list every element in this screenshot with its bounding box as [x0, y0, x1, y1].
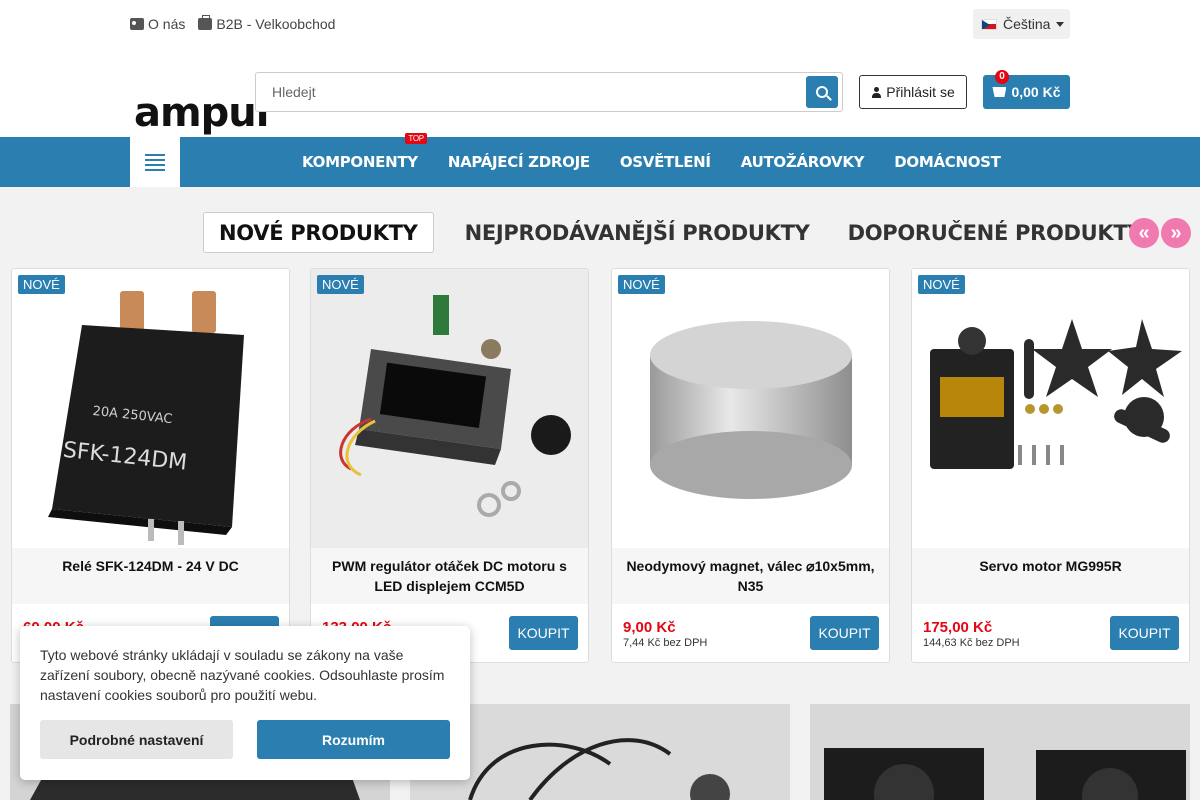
menu-icon-line	[145, 163, 165, 166]
nav-item-komponenty[interactable]: KOMPONENTY TOP	[287, 133, 433, 187]
category-banner-fans[interactable]	[810, 704, 1190, 800]
carousel-arrows: « »	[1129, 218, 1191, 248]
about-link[interactable]: O nás	[130, 16, 185, 32]
buy-button[interactable]: KOUPIT	[509, 616, 578, 650]
menu-icon-line	[145, 158, 165, 161]
new-badge: NOVÉ	[317, 275, 364, 294]
new-badge: NOVÉ	[18, 275, 65, 294]
b2b-link[interactable]: B2B - Velkoobchod	[198, 15, 336, 32]
nav-items: KOMPONENTY TOP NAPÁJECÍ ZDROJE OSVĚTLENÍ…	[287, 133, 1016, 187]
product-image-relay[interactable]: NOVÉ 20A 250VAC SFK-124DM	[12, 269, 289, 548]
nav-item-label: OSVĚTLENÍ	[619, 153, 711, 171]
product-name-area: Relé SFK-124DM - 24 V DC	[12, 548, 289, 604]
product-name[interactable]: PWM regulátor otáček DC motoru s LED dis…	[311, 548, 588, 596]
product-name[interactable]: Servo motor MG995R	[912, 548, 1189, 576]
user-icon	[871, 86, 882, 98]
product-image-pwm[interactable]: NOVÉ	[311, 269, 588, 548]
search-box	[255, 72, 843, 112]
search-input[interactable]	[256, 73, 796, 111]
language-label: Čeština	[1003, 16, 1051, 32]
product-card[interactable]: NOVÉ Neodymový magnet, válec ⌀10x5mm, N3…	[611, 268, 890, 663]
basket-icon	[992, 87, 1007, 97]
buy-button[interactable]: KOUPIT	[810, 616, 879, 650]
cookie-text: Tyto webové stránky ukládají v souladu s…	[40, 647, 445, 703]
tab-new-products[interactable]: NOVÉ PRODUKTY	[203, 212, 434, 253]
cookie-settings-button[interactable]: Podrobné nastavení	[40, 720, 233, 759]
product-price-net: 7,44 Kč bez DPH	[623, 637, 708, 649]
servo-illustration	[930, 319, 1182, 469]
magnet-illustration	[650, 321, 852, 499]
menu-icon-line	[145, 153, 165, 156]
top-links: O nás B2B - Velkoobchod	[130, 15, 336, 32]
logo-text: ampul	[134, 90, 269, 136]
search-icon	[816, 86, 828, 98]
login-button[interactable]: Přihlásit se	[859, 75, 967, 109]
id-card-icon	[130, 18, 144, 30]
product-card[interactable]: NOVÉ Servo motor MG995R 175,00 Kč 144,63…	[911, 268, 1190, 663]
relay-illustration: 20A 250VAC SFK-124DM	[48, 291, 244, 545]
site-header: O nás B2B - Velkoobchod Čeština ® ampul …	[0, 0, 1200, 137]
nav-item-napajeci-zdroje[interactable]: NAPÁJECÍ ZDROJE	[433, 137, 605, 187]
product-card[interactable]: NOVÉ 20A 250VAC SFK-124DM Relé SFK-124DM…	[11, 268, 290, 663]
nav-item-label: NAPÁJECÍ ZDROJE	[447, 153, 590, 171]
language-selector[interactable]: Čeština	[973, 9, 1070, 39]
product-image-servo[interactable]: NOVÉ	[912, 269, 1189, 548]
nav-item-label: KOMPONENTY	[302, 153, 418, 171]
cart-button[interactable]: 0 0,00 Kč	[983, 70, 1070, 109]
cookie-accept-button[interactable]: Rozumím	[257, 720, 450, 759]
czech-flag-icon	[981, 18, 997, 30]
chevron-down-icon	[1056, 21, 1065, 27]
logo[interactable]: ® ampul	[134, 48, 269, 136]
top-badge: TOP	[405, 133, 427, 144]
product-name[interactable]: Relé SFK-124DM - 24 V DC	[12, 548, 289, 576]
product-price: 9,00 Kč	[623, 619, 676, 636]
new-badge: NOVÉ	[918, 275, 965, 294]
double-chevron-left-icon[interactable]: «	[1129, 218, 1159, 248]
product-image-magnet[interactable]: NOVÉ	[612, 269, 889, 548]
cart-total: 0,00 Kč	[1011, 84, 1061, 100]
double-chevron-right-icon[interactable]: »	[1161, 218, 1191, 248]
product-name-area: Neodymový magnet, válec ⌀10x5mm, N35	[612, 548, 889, 604]
about-link-label: O nás	[148, 16, 186, 32]
nav-item-label: AUTOŽÁROVKY	[740, 153, 865, 171]
product-name-area: PWM regulátor otáček DC motoru s LED dis…	[311, 548, 588, 604]
product-name[interactable]: Neodymový magnet, válec ⌀10x5mm, N35	[612, 548, 889, 596]
banner-image	[810, 704, 1190, 800]
search-button[interactable]	[806, 76, 838, 108]
pwm-regulator-illustration	[339, 295, 571, 517]
new-badge: NOVÉ	[618, 275, 665, 294]
product-name-area: Servo motor MG995R	[912, 548, 1189, 604]
product-tabs: NOVÉ PRODUKTY NEJPRODÁVANĚJŠÍ PRODUKTY D…	[203, 212, 1157, 253]
briefcase-icon	[198, 15, 213, 30]
nav-item-osvetleni[interactable]: OSVĚTLENÍ	[605, 137, 726, 187]
tab-recommended[interactable]: DOPORUČENÉ PRODUKTY	[833, 212, 1158, 253]
login-label: Přihlásit se	[886, 84, 955, 100]
nav-item-label: DOMÁCNOST	[894, 153, 1001, 171]
main-nav: KOMPONENTY TOP NAPÁJECÍ ZDROJE OSVĚTLENÍ…	[0, 133, 1200, 187]
category-menu-button[interactable]	[130, 137, 180, 187]
menu-icon-line	[145, 168, 165, 171]
product-card[interactable]: NOVÉ PWM regulátor otáček DC motoru s LE…	[310, 268, 589, 663]
nav-item-autozarovky[interactable]: AUTOŽÁROVKY	[726, 137, 880, 187]
cart-count-badge: 0	[995, 70, 1009, 84]
tab-bestsellers[interactable]: NEJPRODÁVANĚJŠÍ PRODUKTY	[450, 212, 825, 253]
cookie-consent-dialog: Tyto webové stránky ukládají v souladu s…	[20, 626, 470, 780]
b2b-link-label: B2B - Velkoobchod	[216, 16, 336, 32]
product-price-net: 144,63 Kč bez DPH	[923, 637, 1020, 649]
buy-button[interactable]: KOUPIT	[1110, 616, 1179, 650]
product-price: 175,00 Kč	[923, 619, 993, 636]
nav-item-domacnost[interactable]: DOMÁCNOST	[879, 137, 1015, 187]
